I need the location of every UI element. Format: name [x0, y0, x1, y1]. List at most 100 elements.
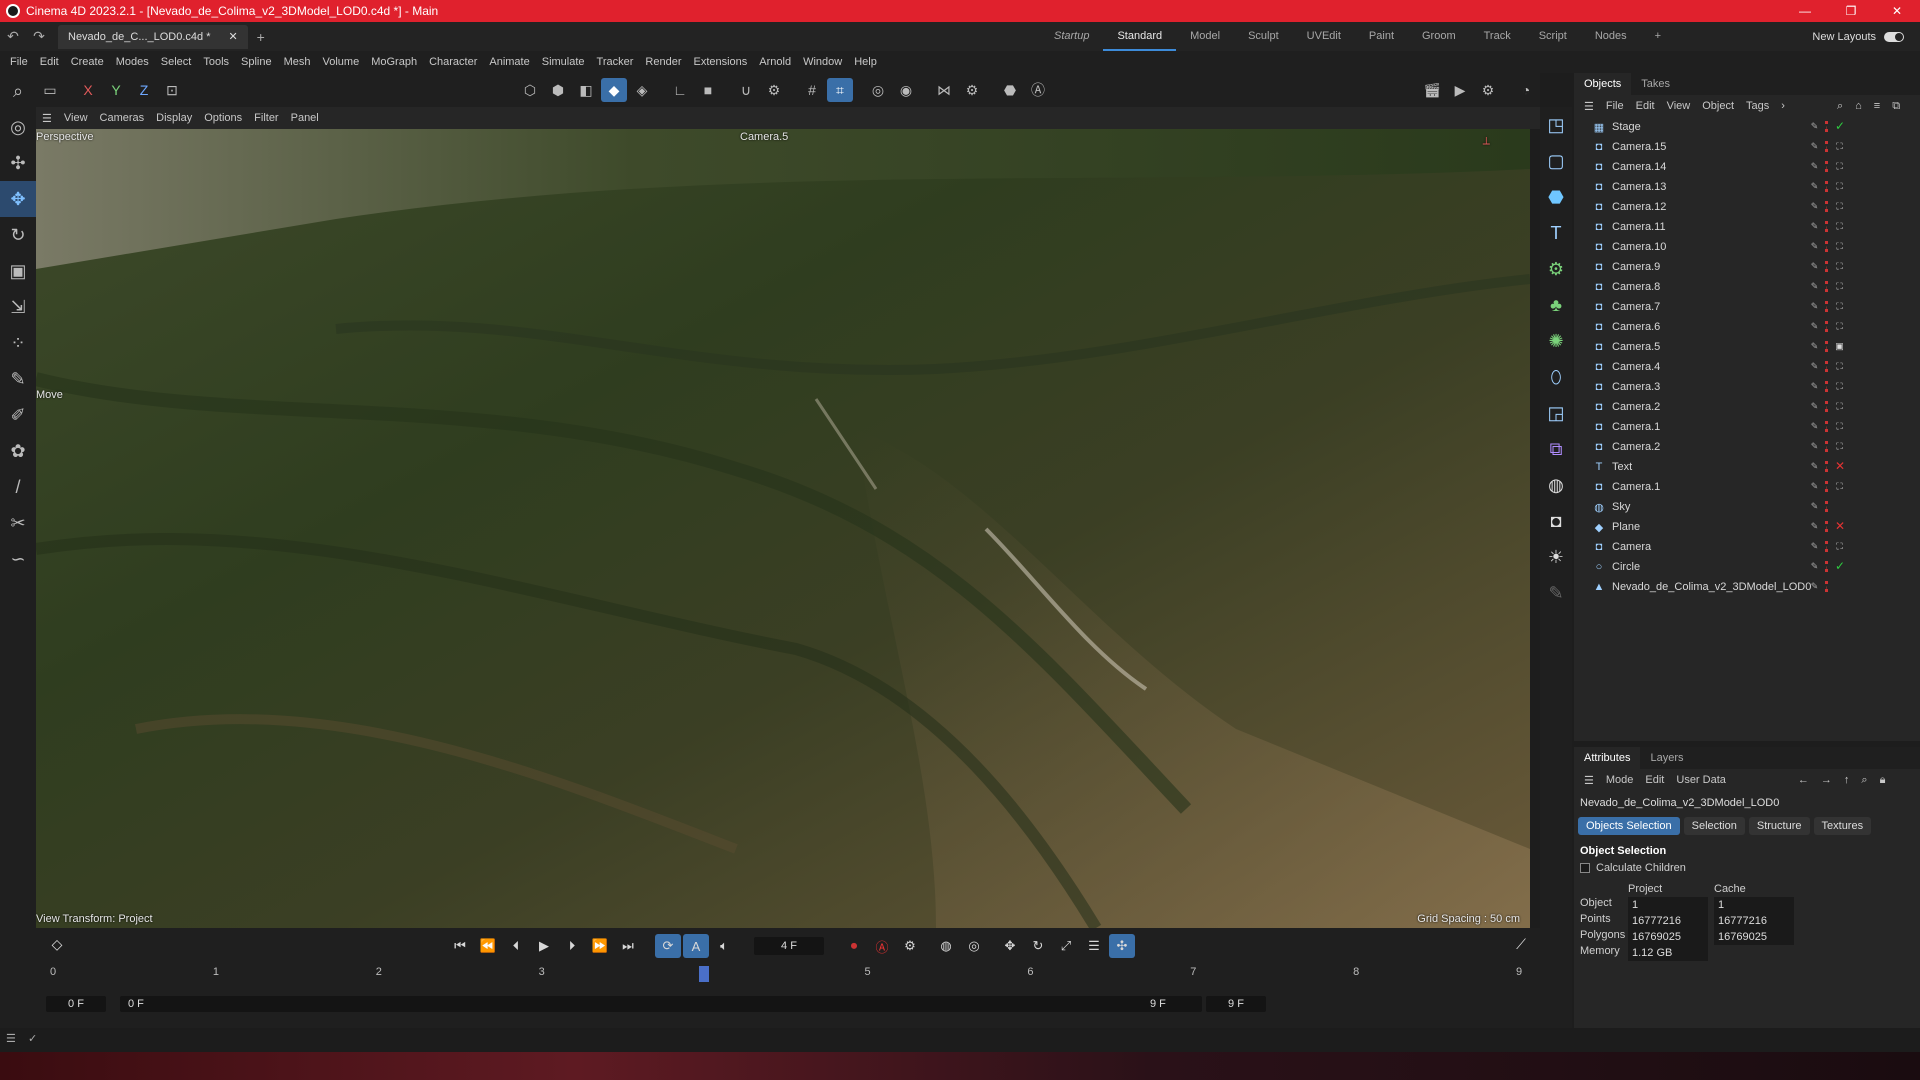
- layer-edit-icon[interactable]: ✎: [1810, 501, 1819, 512]
- camera-target-icon[interactable]: ⛶: [1835, 421, 1844, 432]
- range-start-field[interactable]: 0 F: [120, 996, 1202, 1012]
- object-row[interactable]: ◘ Camera.3 ✎ ⛶: [1574, 377, 1920, 397]
- edges-mode-icon[interactable]: ⬢: [545, 78, 571, 102]
- camera-target-icon[interactable]: ⛶: [1835, 241, 1844, 252]
- visibility-dots-icon[interactable]: [1825, 581, 1829, 592]
- viewport-menu-panel[interactable]: Panel: [285, 112, 325, 124]
- coordinate-system-icon[interactable]: ⊡: [159, 78, 185, 102]
- lock-workplane-icon[interactable]: ⬣: [997, 78, 1023, 102]
- active-camera-icon[interactable]: ▣: [1835, 341, 1844, 352]
- forward-arrow-icon[interactable]: →: [1815, 774, 1838, 786]
- enabled-check-icon[interactable]: ✓: [1835, 120, 1845, 132]
- objects-menu-file[interactable]: File: [1600, 100, 1630, 112]
- minimize-button[interactable]: —: [1782, 0, 1828, 22]
- layer-edit-icon[interactable]: ✎: [1810, 301, 1819, 312]
- redo-icon[interactable]: ↷: [26, 28, 52, 45]
- object-row[interactable]: ◘ Camera.14 ✎ ⛶: [1574, 157, 1920, 177]
- menu-mesh[interactable]: Mesh: [278, 56, 317, 68]
- texture-mode-icon[interactable]: ■: [695, 78, 721, 102]
- menu-mograph[interactable]: MoGraph: [365, 56, 423, 68]
- menu-window[interactable]: Window: [797, 56, 848, 68]
- live-selection-icon[interactable]: ◎: [0, 109, 36, 145]
- object-row[interactable]: ▦ Stage ✎ ✓: [1574, 117, 1920, 137]
- uv-mode-icon[interactable]: ◈: [629, 78, 655, 102]
- tab-objects[interactable]: Objects: [1574, 73, 1632, 95]
- object-row[interactable]: ◘ Camera ✎ ⛶: [1574, 537, 1920, 557]
- end-frame-field[interactable]: 9 F: [1206, 996, 1266, 1012]
- objects-menu-edit[interactable]: Edit: [1630, 100, 1661, 112]
- field-icon[interactable]: ◲: [1540, 395, 1572, 431]
- layer-edit-icon[interactable]: ✎: [1810, 261, 1819, 272]
- rotation-key-icon[interactable]: ↻: [1025, 934, 1051, 958]
- point-level-animation-icon[interactable]: ✣: [1109, 934, 1135, 958]
- maximize-button[interactable]: ❐: [1828, 0, 1874, 22]
- viewport-menu-display[interactable]: Display: [150, 112, 198, 124]
- new-window-icon[interactable]: ⧉: [1886, 100, 1906, 113]
- attributes-menu-edit[interactable]: Edit: [1639, 774, 1670, 786]
- layer-edit-icon[interactable]: ✎: [1810, 461, 1819, 472]
- solo-icon[interactable]: ◉: [893, 78, 919, 102]
- loop-icon[interactable]: ⟳: [655, 934, 681, 958]
- tab-takes[interactable]: Takes: [1631, 73, 1680, 95]
- auto-keying-icon[interactable]: Ⓐ: [1025, 78, 1051, 102]
- layer-edit-icon[interactable]: ✎: [1810, 581, 1819, 592]
- polygons-mode-icon[interactable]: ◧: [573, 78, 599, 102]
- objects-menu-icon[interactable]: ☰: [1578, 100, 1600, 113]
- visibility-dots-icon[interactable]: [1825, 561, 1829, 572]
- menu-arnold[interactable]: Arnold: [753, 56, 797, 68]
- menu-volume[interactable]: Volume: [317, 56, 366, 68]
- subtab-textures[interactable]: Textures: [1813, 817, 1872, 835]
- viewport-3d[interactable]: Perspective Camera.5 Move View Transform…: [36, 129, 1530, 928]
- camera-target-icon[interactable]: ⛶: [1835, 301, 1844, 312]
- z-axis-lock-button[interactable]: Z: [131, 78, 157, 102]
- points-mode-icon[interactable]: ⁘: [0, 325, 36, 361]
- text-spline-icon[interactable]: T: [1540, 215, 1572, 251]
- camera-create-icon[interactable]: ◘: [1540, 503, 1572, 539]
- sketch-style-icon[interactable]: ✎: [1540, 575, 1572, 611]
- visibility-dots-icon[interactable]: [1825, 141, 1829, 152]
- x-axis-lock-button[interactable]: X: [75, 78, 101, 102]
- layer-edit-icon[interactable]: ✎: [1810, 321, 1819, 332]
- go-to-end-icon[interactable]: ⏭: [615, 934, 641, 958]
- layer-edit-icon[interactable]: ✎: [1810, 121, 1819, 132]
- sound-icon[interactable]: 🔈︎: [711, 934, 737, 958]
- viewport-menu-filter[interactable]: Filter: [248, 112, 284, 124]
- light-icon[interactable]: ☀: [1540, 539, 1572, 575]
- layer-edit-icon[interactable]: ✎: [1810, 401, 1819, 412]
- visibility-dots-icon[interactable]: [1825, 281, 1829, 292]
- projection-label[interactable]: Perspective: [36, 131, 93, 143]
- viewport-menu-icon[interactable]: ☰: [36, 112, 58, 125]
- enabled-check-icon[interactable]: ✓: [1835, 560, 1845, 572]
- menu-tracker[interactable]: Tracker: [591, 56, 640, 68]
- back-arrow-icon[interactable]: ←: [1792, 774, 1815, 786]
- object-row[interactable]: ▲ Nevado_de_Colima_v2_3DModel_LOD0 ✎: [1574, 577, 1920, 597]
- status-menu-icon[interactable]: ☰: [6, 1032, 16, 1045]
- visibility-dots-icon[interactable]: [1825, 421, 1829, 432]
- snap-magnet-icon[interactable]: ∪: [733, 78, 759, 102]
- visibility-dots-icon[interactable]: [1825, 481, 1829, 492]
- visibility-dots-icon[interactable]: [1825, 121, 1829, 132]
- menu-edit[interactable]: Edit: [34, 56, 65, 68]
- key-settings-icon[interactable]: ⚙: [897, 934, 923, 958]
- layer-edit-icon[interactable]: ✎: [1810, 141, 1819, 152]
- object-row[interactable]: ◘ Camera.12 ✎ ⛶: [1574, 197, 1920, 217]
- mograph-cloner-icon[interactable]: ♣: [1540, 287, 1572, 323]
- up-arrow-icon[interactable]: ↑: [1838, 774, 1856, 786]
- object-row[interactable]: ◘ Camera.2 ✎ ⛶: [1574, 437, 1920, 457]
- disabled-cross-icon[interactable]: ✕: [1835, 460, 1845, 472]
- calculate-children-checkbox[interactable]: [1580, 863, 1590, 873]
- visibility-dots-icon[interactable]: [1825, 361, 1829, 372]
- solo-off-icon[interactable]: ◎: [865, 78, 891, 102]
- disabled-cross-icon[interactable]: ✕: [1835, 520, 1845, 532]
- object-row[interactable]: ◘ Camera.4 ✎ ⛶: [1574, 357, 1920, 377]
- tab-layers[interactable]: Layers: [1640, 747, 1693, 769]
- object-row[interactable]: ◘ Camera.7 ✎ ⛶: [1574, 297, 1920, 317]
- object-row[interactable]: ◘ Camera.9 ✎ ⛶: [1574, 257, 1920, 277]
- symmetry-settings-icon[interactable]: ⚙: [959, 78, 985, 102]
- layer-edit-icon[interactable]: ✎: [1810, 161, 1819, 172]
- camera-target-icon[interactable]: ⛶: [1835, 201, 1844, 212]
- add-layout-button[interactable]: +: [1641, 22, 1675, 51]
- deformer-icon[interactable]: ⬯: [1540, 359, 1572, 395]
- camera-target-icon[interactable]: ⛶: [1835, 221, 1844, 232]
- visibility-dots-icon[interactable]: [1825, 201, 1829, 212]
